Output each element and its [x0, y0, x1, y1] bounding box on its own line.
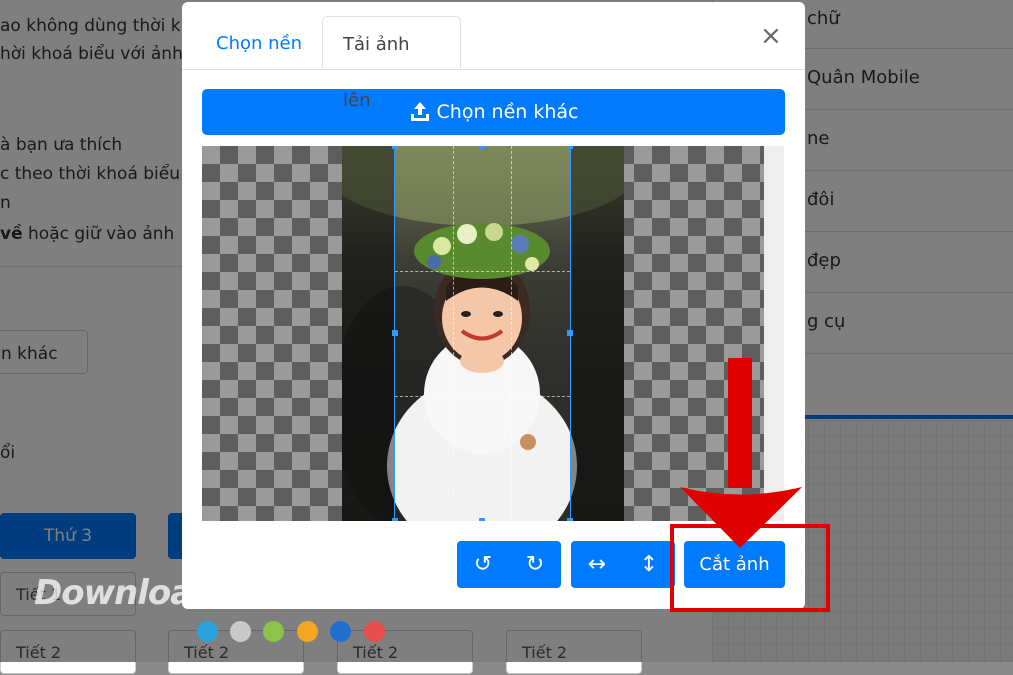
- crop-mask-left: [342, 146, 395, 521]
- crop-handle-w[interactable]: [392, 330, 398, 336]
- download-watermark: Download.com.vn: [34, 573, 321, 613]
- crop-handle-s[interactable]: [479, 518, 485, 521]
- watermark-domain: .com.vn: [215, 581, 321, 610]
- crop-handle-n[interactable]: [479, 146, 485, 149]
- annotation-arrow-icon: [680, 358, 802, 548]
- flip-horizontal-icon[interactable]: ↔: [588, 552, 606, 577]
- watermark-brand: Download: [34, 573, 216, 613]
- tab-divider: [182, 69, 805, 70]
- crop-mask-right: [570, 146, 624, 521]
- annotation-highlight-box: [670, 524, 830, 612]
- crop-handle-se[interactable]: [567, 518, 573, 521]
- crop-handle-sw[interactable]: [392, 518, 398, 521]
- watermark-dot: [197, 621, 218, 642]
- watermark-dot: [330, 621, 351, 642]
- rotate-button-group: ↺ ↻: [457, 541, 561, 588]
- rotate-right-icon[interactable]: ↻: [526, 552, 544, 577]
- choose-other-background-button[interactable]: Chọn nền khác: [202, 89, 785, 135]
- watermark-dot: [230, 621, 251, 642]
- upload-icon: [410, 102, 429, 121]
- tab-choose-background[interactable]: Chọn nền: [196, 16, 322, 69]
- crop-handle-e[interactable]: [567, 330, 573, 336]
- close-icon[interactable]: ×: [760, 21, 782, 51]
- crop-guide-line: [511, 146, 512, 521]
- choose-other-background-label: Chọn nền khác: [436, 101, 579, 123]
- rotate-left-icon[interactable]: ↺: [474, 552, 492, 577]
- crop-handle-ne[interactable]: [567, 146, 573, 149]
- crop-handle-nw[interactable]: [392, 146, 398, 149]
- crop-guide-line: [395, 396, 570, 397]
- watermark-dot: [263, 621, 284, 642]
- flip-button-group: ↔ ↕: [571, 541, 675, 588]
- flip-vertical-icon[interactable]: ↕: [640, 552, 658, 577]
- watermark-dot: [297, 621, 318, 642]
- watermark-dot: [364, 621, 385, 642]
- crop-selection-box[interactable]: [392, 146, 573, 521]
- tab-upload-image[interactable]: Tải ảnh lên: [322, 16, 461, 111]
- crop-guide-line: [395, 271, 570, 272]
- crop-guide-line: [453, 146, 454, 521]
